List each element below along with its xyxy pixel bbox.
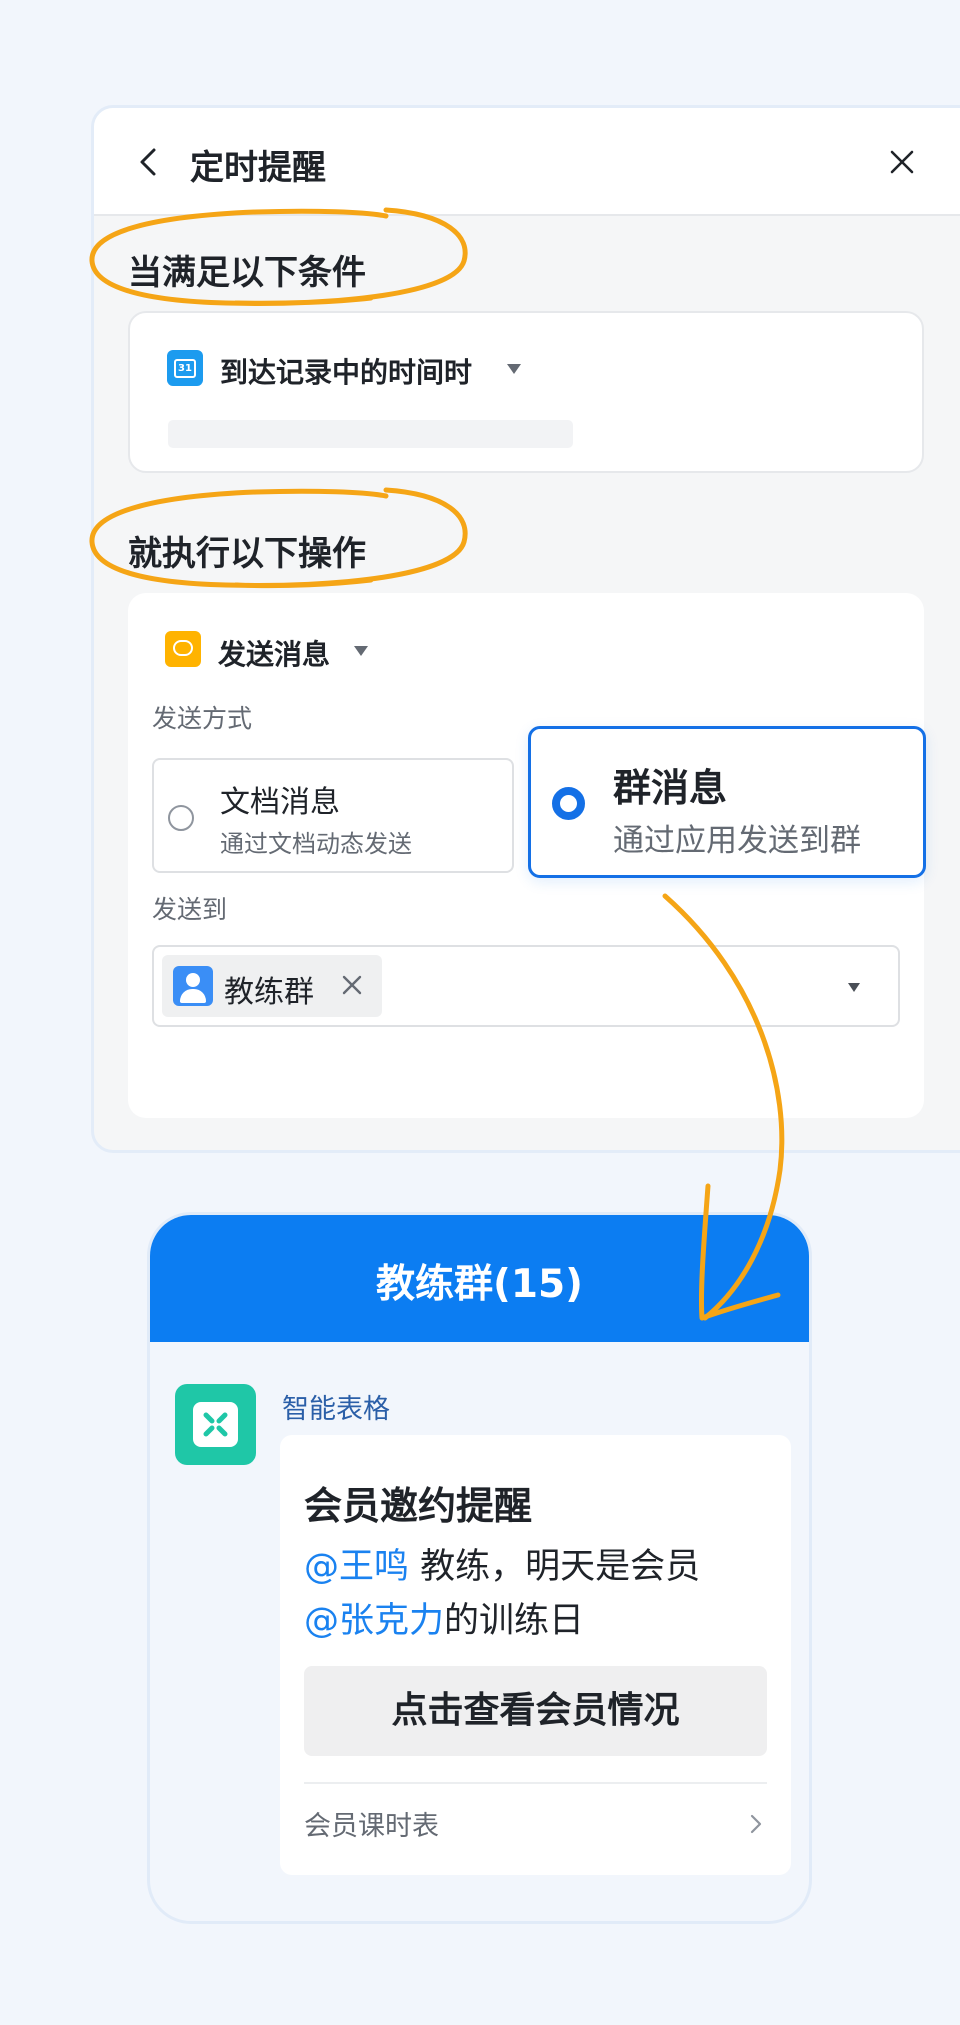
send-method-label: 发送方式 xyxy=(152,704,253,733)
doc-option-title: 文档消息 xyxy=(220,785,340,820)
radio-selected-icon[interactable] xyxy=(552,787,585,820)
card-text-line-2: @张克力的训练日 xyxy=(304,1592,584,1643)
doc-option-subtitle: 通过文档动态发送 xyxy=(220,830,412,858)
send-to-label: 发送到 xyxy=(152,895,228,924)
trigger-caret-icon[interactable] xyxy=(507,364,521,374)
mention-member[interactable]: @张克力 xyxy=(304,1601,444,1641)
group-avatar-icon xyxy=(173,966,213,1006)
reminder-settings-panel: 定时提醒 当满足以下条件 31 到达记录中的时间时 就执行以下操作 发送消息 发… xyxy=(91,105,960,1153)
action-caret-icon[interactable] xyxy=(354,646,368,656)
chevron-right-icon[interactable] xyxy=(749,1813,763,1835)
condition-card: 31 到达记录中的时间时 xyxy=(128,311,924,473)
back-arrow-icon[interactable] xyxy=(134,146,164,178)
panel-title: 定时提醒 xyxy=(190,148,326,188)
condition-heading: 当满足以下条件 xyxy=(128,253,366,293)
radio-unselected-icon[interactable] xyxy=(168,805,194,831)
group-chat-preview: 教练群(15) 智能表格 会员邀约提醒 @王鸣 教练，明天是会员 @张克力的训练… xyxy=(147,1212,812,1924)
sender-name: 智能表格 xyxy=(282,1394,390,1425)
card-divider xyxy=(304,1782,767,1784)
recipient-select[interactable]: 教练群 xyxy=(152,945,900,1027)
group-option-subtitle: 通过应用发送到群 xyxy=(613,823,861,859)
close-icon[interactable] xyxy=(888,148,916,176)
panel-header: 定时提醒 xyxy=(94,108,960,216)
card-title: 会员邀约提醒 xyxy=(304,1484,533,1528)
recipient-tag-label: 教练群 xyxy=(224,975,314,1010)
card-text-line-1: @王鸣 教练，明天是会员 xyxy=(304,1538,700,1589)
doc-message-option[interactable]: 文档消息 通过文档动态发送 xyxy=(152,758,514,873)
stage: 定时提醒 当满足以下条件 31 到达记录中的时间时 就执行以下操作 发送消息 发… xyxy=(0,0,960,2025)
chat-header: 教练群(15) xyxy=(150,1215,809,1342)
card-text-2: 的训练日 xyxy=(444,1601,585,1641)
sheet-logo-icon xyxy=(203,1412,228,1437)
card-text-1: 教练，明天是会员 xyxy=(409,1547,701,1587)
group-option-title: 群消息 xyxy=(613,766,728,810)
schedule-link[interactable]: 会员课时表 xyxy=(304,1804,439,1843)
action-dropdown[interactable]: 发送消息 xyxy=(218,633,330,673)
mention-coach[interactable]: @王鸣 xyxy=(304,1547,409,1587)
message-icon xyxy=(165,631,201,667)
trigger-dropdown[interactable]: 到达记录中的时间时 xyxy=(220,351,472,391)
view-member-button[interactable]: 点击查看会员情况 xyxy=(304,1666,767,1756)
recipient-tag: 教练群 xyxy=(162,955,382,1017)
reminder-message-card: 会员邀约提醒 @王鸣 教练，明天是会员 @张克力的训练日 点击查看会员情况 会员… xyxy=(280,1435,791,1875)
calendar-icon: 31 xyxy=(167,350,203,386)
group-message-option[interactable]: 群消息 通过应用发送到群 xyxy=(528,726,926,878)
calendar-day: 31 xyxy=(174,359,196,378)
field-placeholder[interactable] xyxy=(168,420,573,448)
action-heading: 就执行以下操作 xyxy=(128,534,366,574)
chat-title: 教练群(15) xyxy=(376,1262,583,1307)
remove-tag-icon[interactable] xyxy=(340,973,364,997)
recipient-caret-icon[interactable] xyxy=(848,983,860,992)
smart-sheet-bot-avatar xyxy=(175,1384,256,1465)
